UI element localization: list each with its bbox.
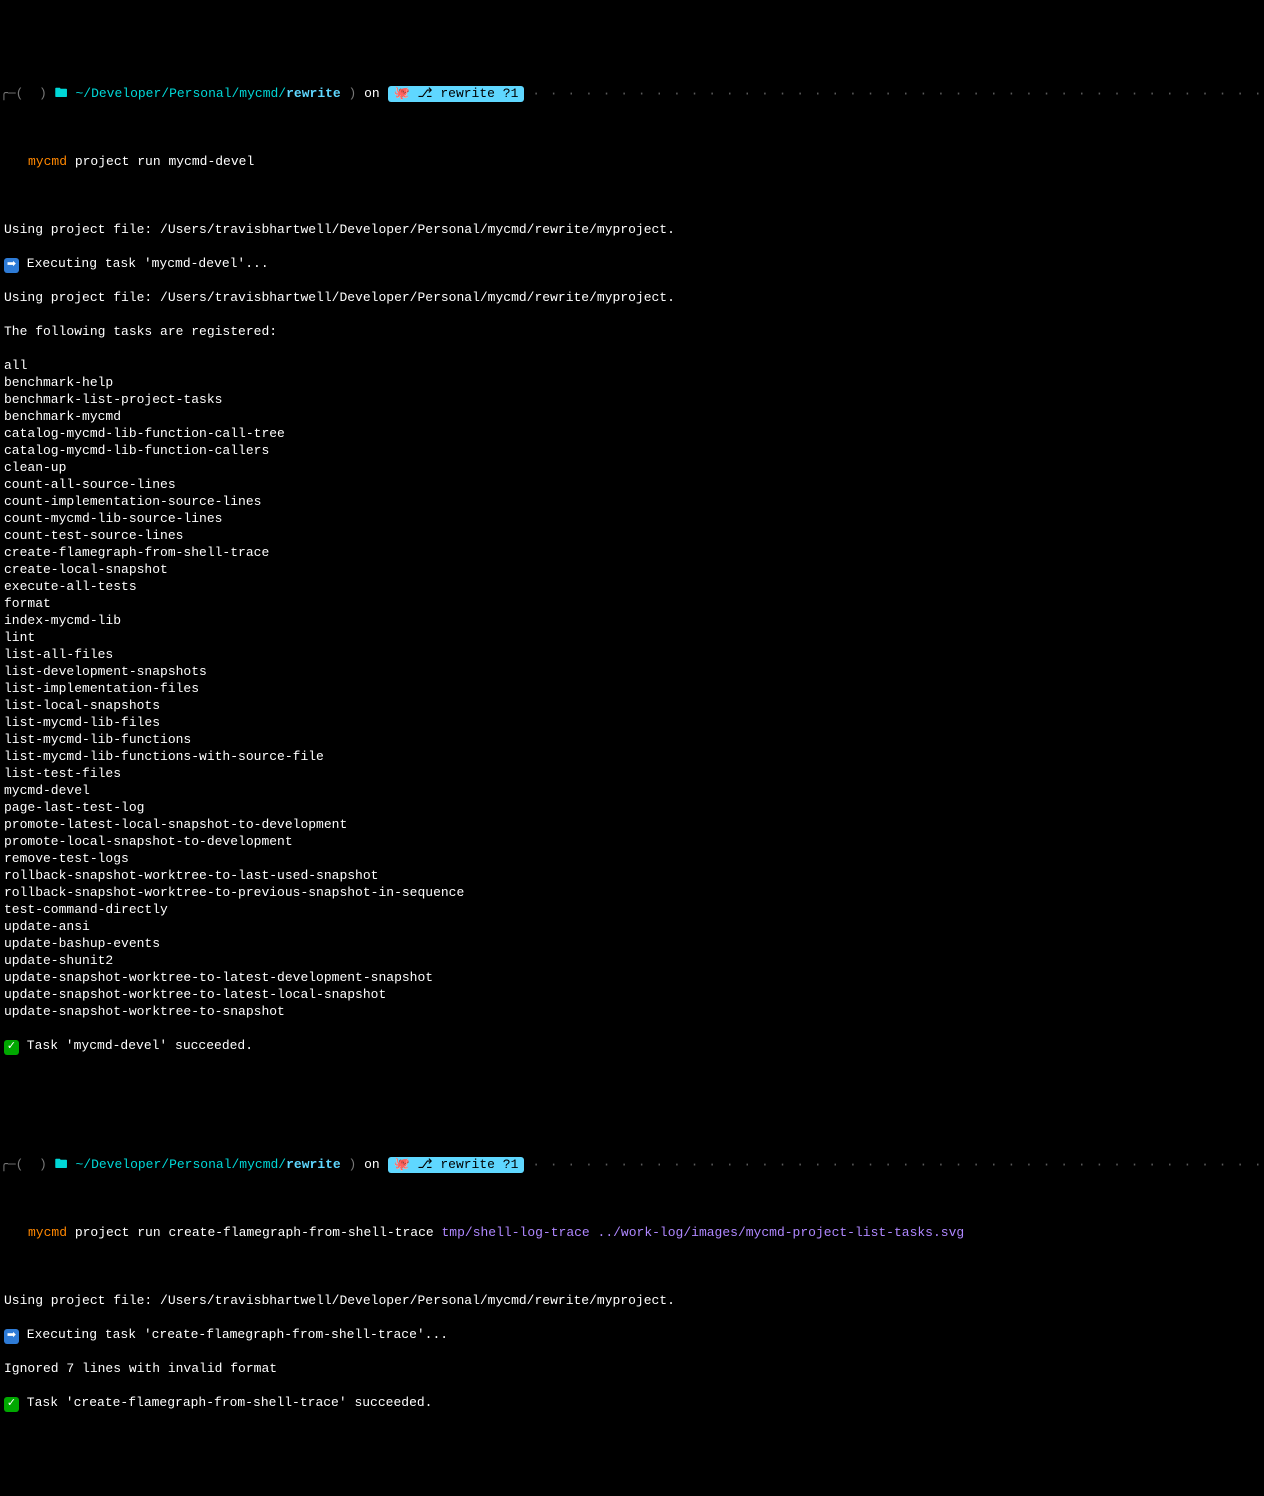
- task-item: update-shunit2: [0, 952, 1264, 969]
- cmd-args-purple: tmp/shell-log-trace ../work-log/images/m…: [442, 1225, 965, 1240]
- prompt-corner: ╭─: [0, 1156, 16, 1173]
- task-item: list-test-files: [0, 765, 1264, 782]
- task-item: count-test-source-lines: [0, 527, 1264, 544]
- task-item: create-local-snapshot: [0, 561, 1264, 578]
- blank-line: [0, 1088, 1264, 1105]
- prompt-bracket-open: (: [16, 1156, 32, 1173]
- prompt-line-1: ╭─( ) 🖿 ~/Developer/Personal/mycmd/rewri…: [0, 85, 1264, 102]
- prompt-bracket-close: ): [31, 85, 54, 102]
- prompt-line-2: ╭─( ) 🖿 ~/Developer/Personal/mycmd/rewri…: [0, 1156, 1264, 1173]
- folder-icon: 🖿: [55, 85, 76, 102]
- git-status: ?1: [503, 85, 519, 102]
- command-line-1[interactable]: mycmd project run mycmd-devel: [0, 153, 1264, 170]
- task-item: update-snapshot-worktree-to-latest-devel…: [0, 969, 1264, 986]
- task-item: format: [0, 595, 1264, 612]
- task-item: catalog-mycmd-lib-function-callers: [0, 442, 1264, 459]
- task-item: test-command-directly: [0, 901, 1264, 918]
- task-item: list-mycmd-lib-functions-with-source-fil…: [0, 748, 1264, 765]
- task-item: rollback-snapshot-worktree-to-previous-s…: [0, 884, 1264, 901]
- task-item: list-local-snapshots: [0, 697, 1264, 714]
- branch-icon: ⎇: [418, 85, 441, 102]
- prompt-paren-close: ): [341, 85, 364, 102]
- task-item: count-all-source-lines: [0, 476, 1264, 493]
- task-item: update-snapshot-worktree-to-latest-local…: [0, 986, 1264, 1003]
- prompt-paren-close: ): [341, 1156, 364, 1173]
- task-item: count-mycmd-lib-source-lines: [0, 510, 1264, 527]
- task-item: mycmd-devel: [0, 782, 1264, 799]
- prompt-on: on: [364, 85, 380, 102]
- prompt-on: on: [364, 1156, 380, 1173]
- task-item: benchmark-help: [0, 374, 1264, 391]
- check-icon: ✓: [4, 1040, 19, 1055]
- task-item: index-mycmd-lib: [0, 612, 1264, 629]
- task-item: benchmark-list-project-tasks: [0, 391, 1264, 408]
- arrow-icon: ➡: [4, 258, 19, 273]
- task-item: promote-latest-local-snapshot-to-develop…: [0, 816, 1264, 833]
- task-item: count-implementation-source-lines: [0, 493, 1264, 510]
- prompt-bracket-close: ): [31, 1156, 54, 1173]
- git-status: ?1: [503, 1156, 519, 1173]
- task-item: update-bashup-events: [0, 935, 1264, 952]
- task-item: lint: [0, 629, 1264, 646]
- git-segment: 🐙 ⎇ rewrite ?1: [388, 86, 525, 102]
- task-item: update-ansi: [0, 918, 1264, 935]
- task-item: update-snapshot-worktree-to-snapshot: [0, 1003, 1264, 1020]
- git-icon: 🐙: [394, 85, 418, 102]
- dots-filler: · · · · · · · · · · · · · · · · · · · · …: [532, 85, 1264, 102]
- prompt-path-prefix: ~/Developer/Personal/mycmd/: [75, 1156, 286, 1173]
- git-branch: rewrite: [440, 1156, 495, 1173]
- output-using-1: Using project file: /Users/travisbhartwe…: [0, 221, 1264, 238]
- git-icon: 🐙: [394, 1156, 418, 1173]
- cmd-program: mycmd: [28, 154, 67, 169]
- task-item: list-mycmd-lib-functions: [0, 731, 1264, 748]
- task-item: rollback-snapshot-worktree-to-last-used-…: [0, 867, 1264, 884]
- dots-filler: · · · · · · · · · · · · · · · · · · · · …: [532, 1156, 1264, 1173]
- check-icon: ✓: [4, 1397, 19, 1412]
- task-item: execute-all-tests: [0, 578, 1264, 595]
- task-item: promote-local-snapshot-to-development: [0, 833, 1264, 850]
- task-item: create-flamegraph-from-shell-trace: [0, 544, 1264, 561]
- task-item: all: [0, 357, 1264, 374]
- task-item: list-all-files: [0, 646, 1264, 663]
- folder-icon: 🖿: [55, 1156, 76, 1173]
- output-ignored: Ignored 7 lines with invalid format: [0, 1360, 1264, 1377]
- prompt-path-branch: rewrite: [286, 1156, 341, 1173]
- prompt-path-prefix: ~/Developer/Personal/mycmd/: [75, 85, 286, 102]
- task-item: list-development-snapshots: [0, 663, 1264, 680]
- output-using-3: Using project file: /Users/travisbhartwe…: [0, 1292, 1264, 1309]
- arrow-icon: ➡: [4, 1329, 19, 1344]
- task-item: remove-test-logs: [0, 850, 1264, 867]
- command-line-2[interactable]: mycmd project run create-flamegraph-from…: [0, 1224, 1264, 1241]
- prompt-bracket-open: (: [16, 85, 32, 102]
- task-item: list-mycmd-lib-files: [0, 714, 1264, 731]
- output-success-2: ✓ Task 'create-flamegraph-from-shell-tra…: [0, 1394, 1264, 1411]
- cmd-args: project run mycmd-devel: [75, 154, 254, 169]
- output-exec-1: ➡ Executing task 'mycmd-devel'...: [0, 255, 1264, 272]
- output-using-2: Using project file: /Users/travisbhartwe…: [0, 289, 1264, 306]
- output-exec-2: ➡ Executing task 'create-flamegraph-from…: [0, 1326, 1264, 1343]
- output-registered: The following tasks are registered:: [0, 323, 1264, 340]
- cmd-args-white: project run create-flamegraph-from-shell…: [75, 1225, 442, 1240]
- task-item: list-implementation-files: [0, 680, 1264, 697]
- prompt-path-branch: rewrite: [286, 85, 341, 102]
- prompt-corner: ╭─: [0, 85, 16, 102]
- output-success-1: ✓ Task 'mycmd-devel' succeeded.: [0, 1037, 1264, 1054]
- tasks-list: allbenchmark-helpbenchmark-list-project-…: [0, 357, 1264, 1020]
- task-item: clean-up: [0, 459, 1264, 476]
- git-segment: 🐙 ⎇ rewrite ?1: [388, 1157, 525, 1173]
- task-item: page-last-test-log: [0, 799, 1264, 816]
- task-item: catalog-mycmd-lib-function-call-tree: [0, 425, 1264, 442]
- branch-icon: ⎇: [418, 1156, 441, 1173]
- cmd-program: mycmd: [28, 1225, 67, 1240]
- task-item: benchmark-mycmd: [0, 408, 1264, 425]
- git-branch: rewrite: [440, 85, 495, 102]
